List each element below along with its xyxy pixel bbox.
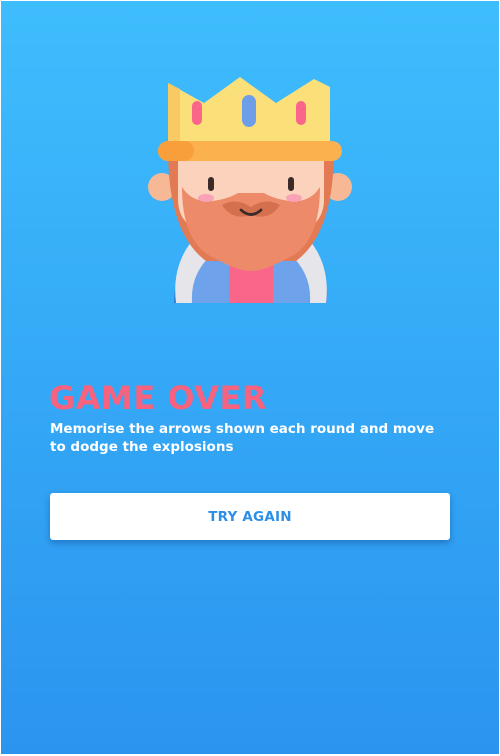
try-again-button[interactable]: TRY AGAIN bbox=[50, 493, 450, 540]
king-character bbox=[146, 75, 356, 303]
game-over-title: GAME OVER bbox=[49, 379, 267, 417]
game-over-screen: GAME OVER Memorise the arrows shown each… bbox=[1, 1, 499, 754]
instructions-text: Memorise the arrows shown each round and… bbox=[50, 421, 435, 455]
king-icon bbox=[148, 77, 352, 303]
